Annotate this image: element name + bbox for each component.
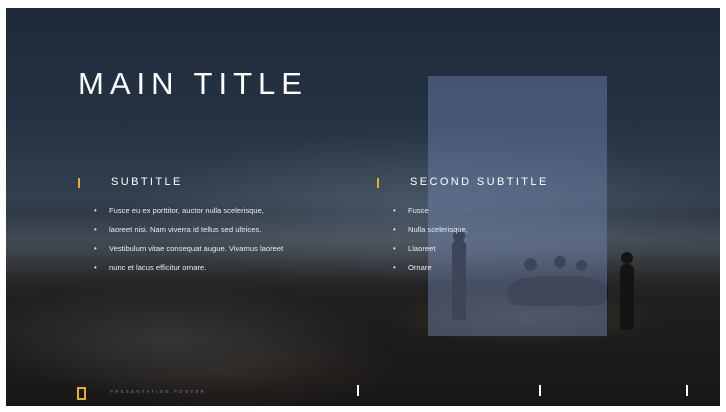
subtitle-left: SUBTITLE <box>111 176 183 188</box>
footer-divider-3 <box>686 385 688 396</box>
list-item: Ornare <box>393 258 468 277</box>
list-item: nunc et lacus efficitur ornare. <box>94 258 283 277</box>
presentation-slide: MAIN TITLE SUBTITLE Fusce eu ex porttito… <box>6 8 720 406</box>
footer-divider-2 <box>539 385 541 396</box>
list-item: Fusce eu ex porttitor, auctor nulla scel… <box>94 201 283 220</box>
list-item: Nulla scelerisque, <box>393 220 468 239</box>
bullet-list-left: Fusce eu ex porttitor, auctor nulla scel… <box>94 201 283 277</box>
person-head-right <box>621 252 633 264</box>
footer-divider-1 <box>357 385 359 396</box>
list-item: laoreet nisi. Nam viverra id tellus sed … <box>94 220 283 239</box>
list-item: Vestibulum vitae consequat augue. Vivamu… <box>94 239 283 258</box>
person-silhouette-right <box>620 264 634 330</box>
yellow-bar-icon <box>78 178 80 188</box>
presentation-footer: PRESENTATION FOOTER <box>110 389 207 394</box>
subtitle-right: SECOND SUBTITLE <box>410 176 549 188</box>
beach-sand-background <box>6 278 720 406</box>
bullet-list-right: Fusce Nulla scelerisque, Llaoreet Ornare <box>393 201 468 277</box>
slide-main-title: MAIN TITLE <box>78 66 308 101</box>
yellow-bar-icon <box>377 178 379 188</box>
list-item: Fusce <box>393 201 468 220</box>
yellow-rectangle-logo-icon <box>77 387 86 400</box>
list-item: Llaoreet <box>393 239 468 258</box>
